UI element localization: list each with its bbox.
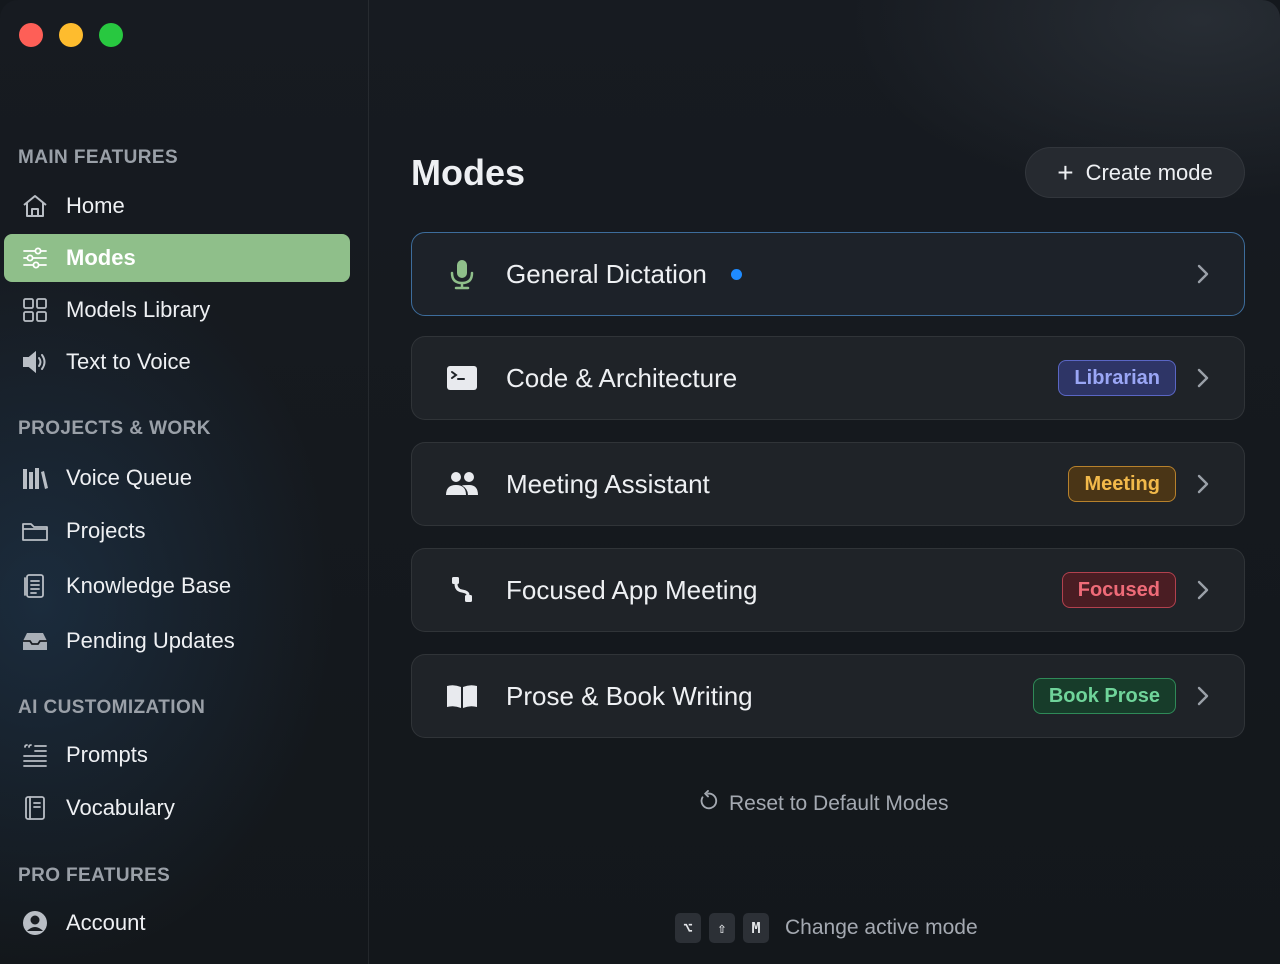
chevron-right-icon xyxy=(1190,578,1214,602)
mode-name: Meeting Assistant xyxy=(506,468,710,499)
path-icon xyxy=(442,570,482,610)
home-icon xyxy=(20,191,50,221)
shift-key: ⇧ xyxy=(709,913,735,943)
shortcut-label: Change active mode xyxy=(785,916,978,939)
chevron-right-icon xyxy=(1190,262,1214,286)
sidebar-item-label: Text to Voice xyxy=(66,349,191,374)
people-icon xyxy=(442,464,482,504)
microphone-icon xyxy=(442,254,482,294)
mode-name: Code & Architecture xyxy=(506,362,738,393)
sidebar-item-vocabulary[interactable]: Vocabulary xyxy=(4,784,350,832)
sidebar-item-label: Prompts xyxy=(66,742,148,767)
reset-icon xyxy=(697,790,719,818)
mode-badge-librarian: Librarian xyxy=(1058,360,1176,396)
mode-badge-focused: Focused xyxy=(1061,572,1176,608)
quote-list-icon xyxy=(20,740,50,770)
book-icon xyxy=(442,676,482,716)
sidebar-item-modes[interactable]: Modes xyxy=(4,234,350,282)
sidebar-item-prompts[interactable]: Prompts xyxy=(4,731,350,779)
document-icon xyxy=(20,571,50,601)
sidebar-item-label: Modes xyxy=(66,245,136,270)
grid-icon xyxy=(20,295,50,325)
sidebar-item-projects[interactable]: Projects xyxy=(4,507,350,555)
chevron-right-icon xyxy=(1190,366,1214,390)
active-mode-indicator xyxy=(730,268,742,280)
sidebar-item-models-library[interactable]: Models Library xyxy=(4,286,350,334)
chevron-right-icon xyxy=(1190,684,1214,708)
sidebar: MAIN FEATURES Home Modes Models Library … xyxy=(0,0,369,964)
option-key: ⌥ xyxy=(675,913,701,943)
mode-badge-book-prose: Book Prose xyxy=(1032,678,1176,714)
section-ai-customization: AI CUSTOMIZATION xyxy=(18,697,206,718)
sidebar-item-label: Account xyxy=(66,910,146,935)
sidebar-item-knowledge-base[interactable]: Knowledge Base xyxy=(4,562,350,610)
user-circle-icon xyxy=(20,908,50,938)
section-pro-features: PRO FEATURES xyxy=(18,865,171,886)
sidebar-item-text-to-voice[interactable]: Text to Voice xyxy=(4,338,350,386)
mode-card-general-dictation[interactable]: General Dictation xyxy=(411,232,1245,316)
sidebar-item-label: Voice Queue xyxy=(66,465,192,490)
sidebar-item-voice-queue[interactable]: Voice Queue xyxy=(4,454,350,502)
section-main-features: MAIN FEATURES xyxy=(18,147,179,168)
page-title: Modes xyxy=(411,152,526,193)
folder-icon xyxy=(20,516,50,546)
terminal-icon xyxy=(442,358,482,398)
sidebar-item-label: Pending Updates xyxy=(66,628,235,653)
reset-default-modes-button[interactable]: Reset to Default Modes xyxy=(697,790,948,818)
mode-card-code-architecture[interactable]: Code & Architecture Librarian xyxy=(411,336,1245,420)
mode-card-focused-app-meeting[interactable]: Focused App Meeting Focused xyxy=(411,548,1245,632)
section-projects-work: PROJECTS & WORK xyxy=(18,418,211,439)
reset-label: Reset to Default Modes xyxy=(729,792,949,815)
notebook-icon xyxy=(20,793,50,823)
plus-icon: + xyxy=(1057,156,1074,188)
m-key: M xyxy=(743,913,769,943)
sidebar-item-home[interactable]: Home xyxy=(4,182,350,230)
sidebar-item-label: Models Library xyxy=(66,297,211,322)
create-mode-button[interactable]: + Create mode xyxy=(1025,147,1245,198)
mode-card-meeting-assistant[interactable]: Meeting Assistant Meeting xyxy=(411,442,1245,526)
mode-badge-meeting: Meeting xyxy=(1068,466,1176,502)
books-icon xyxy=(20,463,50,493)
mode-name: Focused App Meeting xyxy=(506,574,758,605)
mode-name: Prose & Book Writing xyxy=(506,680,753,711)
mode-card-prose-book-writing[interactable]: Prose & Book Writing Book Prose xyxy=(411,654,1245,738)
speaker-icon xyxy=(20,347,50,377)
shortcut-hint: ⌥ ⇧ M Change active mode xyxy=(675,913,978,943)
app-window: MAIN FEATURES Home Modes Models Library … xyxy=(0,0,1280,964)
sidebar-item-label: Home xyxy=(66,193,125,218)
sidebar-item-label: Knowledge Base xyxy=(66,573,232,598)
mode-name: General Dictation xyxy=(506,258,707,289)
inbox-tray-icon xyxy=(20,626,50,656)
create-mode-label: Create mode xyxy=(1085,159,1213,185)
sidebar-item-pending-updates[interactable]: Pending Updates xyxy=(4,617,350,665)
chevron-right-icon xyxy=(1190,472,1214,496)
sidebar-item-account[interactable]: Account xyxy=(4,899,350,947)
sidebar-item-label: Vocabulary xyxy=(66,795,175,820)
sidebar-item-label: Projects xyxy=(66,518,146,543)
sliders-icon xyxy=(20,243,50,273)
